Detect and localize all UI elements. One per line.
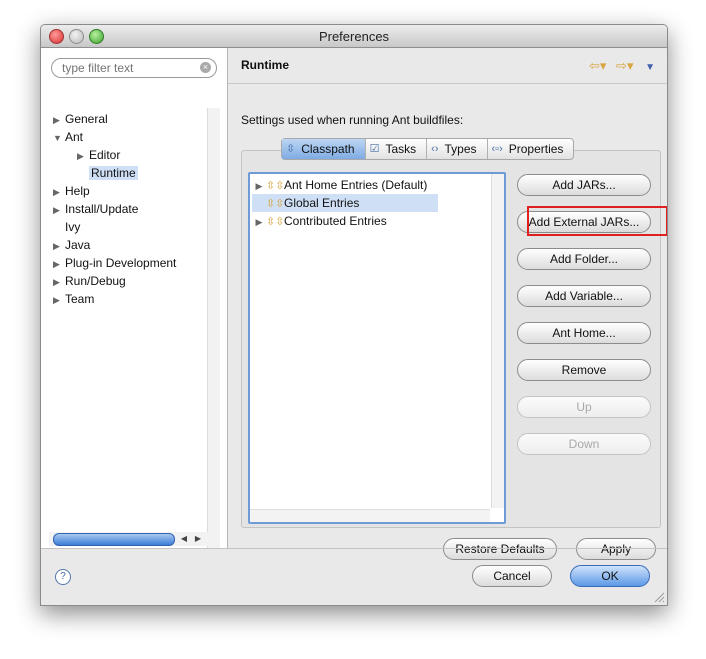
expand-arrow-icon[interactable]: ▶ [252, 213, 266, 231]
sidebar-item-ant[interactable]: ▼ Ant [53, 128, 83, 146]
properties-icon: ‹▫› [491, 143, 503, 155]
expand-arrow-icon[interactable]: ▶ [53, 273, 65, 291]
sidebar-item-runtime[interactable]: Runtime [77, 164, 138, 182]
clear-filter-icon[interactable]: × [200, 62, 211, 73]
entry-label: Ant Home Entries (Default) [284, 178, 428, 192]
tab-bar: ⇳ Classpath ☑ Tasks ‹› Types ‹▫› Properties [281, 138, 575, 160]
ok-button[interactable]: OK [570, 565, 650, 587]
classpath-entry-ant-home[interactable]: ▶ ⇳⇳Ant Home Entries (Default) [252, 176, 438, 194]
tab-label: Properties [508, 142, 564, 156]
sidebar-item-general[interactable]: ▶ General [53, 110, 108, 128]
classpath-icon: ⇳ [286, 143, 296, 155]
sidebar-item-label: Run/Debug [65, 274, 126, 288]
tab-types[interactable]: ‹› Types [427, 139, 488, 159]
types-icon: ‹› [431, 143, 439, 155]
sidebar-item-label: Team [65, 292, 95, 306]
sidebar-item-label: Ant [65, 130, 84, 144]
entry-label: Contributed Entries [284, 214, 387, 228]
sidebar-item-editor[interactable]: ▶ Editor [77, 146, 120, 164]
scroll-left-icon[interactable]: ◀ [177, 532, 191, 546]
history-navigation: ⇦▾ ⇨▾ ▼ [589, 58, 655, 74]
apply-button[interactable]: Apply [576, 538, 656, 560]
header-divider [228, 83, 667, 84]
sidebar-item-team[interactable]: ▶ Team [53, 290, 94, 308]
expand-arrow-icon[interactable]: ▶ [53, 201, 65, 219]
expand-arrow-icon[interactable]: ▶ [77, 147, 89, 165]
add-variable-button[interactable]: Add Variable... [517, 285, 651, 307]
back-arrow-icon[interactable]: ⇦▾ [589, 58, 606, 73]
sidebar-item-ivy[interactable]: Ivy [53, 218, 80, 236]
sidebar-item-label: Help [65, 184, 90, 198]
sidebar-item-label: Editor [89, 148, 121, 162]
expand-arrow-icon[interactable]: ▶ [53, 183, 65, 201]
tree-vertical-scrollbar[interactable] [491, 174, 504, 508]
classpath-entry-icon: ⇳⇳ [266, 216, 285, 228]
restore-defaults-button[interactable]: Restore Defaults [443, 538, 557, 560]
tree-horizontal-scrollbar[interactable] [250, 509, 490, 522]
tab-label: Classpath [301, 142, 355, 156]
expand-arrow-icon[interactable]: ▶ [53, 111, 65, 129]
view-menu-icon[interactable]: ▼ [645, 62, 655, 73]
add-jars-button[interactable]: Add JARs... [517, 174, 651, 196]
sidebar-item-label: Runtime [89, 166, 138, 180]
highlight-box [527, 206, 667, 236]
tab-tasks[interactable]: ☑ Tasks [366, 139, 428, 159]
expand-arrow-icon[interactable]: ▶ [53, 255, 65, 273]
classpath-entry-icon: ⇳⇳ [266, 198, 285, 210]
sidebar-item-label: Plug-in Development [65, 256, 177, 270]
classpath-tree[interactable]: ▶ ⇳⇳Ant Home Entries (Default) ⇳⇳Global E… [248, 172, 506, 524]
entry-label: Global Entries [284, 196, 360, 210]
remove-button[interactable]: Remove [517, 359, 651, 381]
sidebar-item-label: Install/Update [65, 202, 139, 216]
scrollbar-thumb[interactable] [53, 533, 175, 546]
tab-label: Types [444, 142, 477, 156]
tasks-icon: ☑ [369, 143, 380, 155]
tab-classpath[interactable]: ⇳ Classpath [282, 139, 366, 159]
sidebar-item-install-update[interactable]: ▶ Install/Update [53, 200, 138, 218]
down-button[interactable]: Down [517, 433, 651, 455]
filter-input[interactable] [62, 60, 192, 75]
sidebar-item-label: Java [65, 238, 91, 252]
page-title: Runtime [241, 58, 289, 72]
page-description: Settings used when running Ant buildfile… [241, 113, 464, 127]
classpath-entry-contributed[interactable]: ▶ ⇳⇳Contributed Entries [252, 212, 438, 230]
preferences-window: Preferences × ▶General ▼Ant ▶Editor Runt… [40, 24, 668, 606]
tab-label: Tasks [385, 142, 417, 156]
sidebar-item-java[interactable]: ▶ Java [53, 236, 90, 254]
filter-box: × [51, 58, 217, 78]
preferences-sidebar: × ▶General ▼Ant ▶Editor Runtime ▶Help ▶I… [41, 48, 228, 548]
add-folder-button[interactable]: Add Folder... [517, 248, 651, 270]
ant-home-button[interactable]: Ant Home... [517, 322, 651, 344]
sidebar-item-label: General [65, 112, 108, 126]
cancel-button[interactable]: Cancel [472, 565, 552, 587]
sidebar-item-label: Ivy [65, 220, 81, 234]
scroll-right-icon[interactable]: ▶ [191, 532, 205, 546]
up-button[interactable]: Up [517, 396, 651, 418]
title-bar: Preferences [41, 25, 667, 48]
window-title: Preferences [318, 29, 390, 44]
sidebar-vertical-scrollbar[interactable] [207, 108, 220, 548]
expand-arrow-icon[interactable]: ▶ [252, 177, 266, 195]
collapse-arrow-icon[interactable]: ▼ [53, 129, 65, 147]
classpath-entry-icon: ⇳⇳ [266, 180, 285, 192]
expand-arrow-icon[interactable]: ▶ [53, 237, 65, 255]
forward-arrow-icon[interactable]: ⇨▾ [616, 58, 633, 73]
sidebar-horizontal-scrollbar[interactable]: ◀ ▶ [49, 532, 219, 546]
help-icon[interactable]: ? [55, 569, 71, 585]
sidebar-item-help[interactable]: ▶ Help [53, 182, 90, 200]
tab-properties[interactable]: ‹▫› Properties [488, 139, 574, 159]
preferences-content: Runtime ⇦▾ ⇨▾ ▼ Settings used when runni… [228, 48, 667, 560]
classpath-entry-global[interactable]: ⇳⇳Global Entries [252, 194, 438, 212]
sidebar-item-run-debug[interactable]: ▶ Run/Debug [53, 272, 126, 290]
footer-divider [41, 548, 667, 549]
expand-arrow-icon[interactable]: ▶ [53, 291, 65, 309]
sidebar-item-plugin-development[interactable]: ▶ Plug-in Development [53, 254, 176, 272]
resize-grip-icon[interactable] [653, 591, 665, 603]
